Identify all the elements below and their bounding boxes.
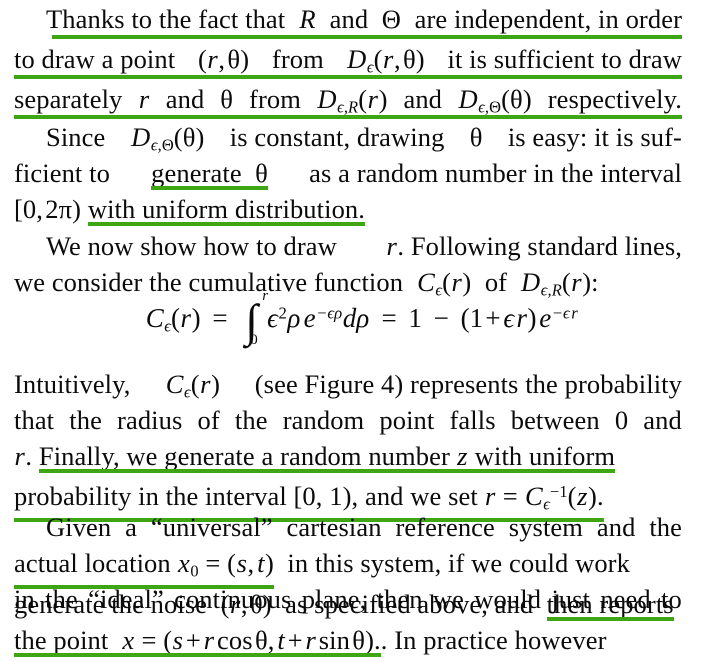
text-run: respectively. (547, 84, 682, 114)
integral-lower-limit: 0 (250, 332, 258, 348)
text-run: and (403, 84, 443, 114)
display-equation: Cϵ(r) = ∫ r 0 ϵ2ρ e−ϵρdρ = 1 − (1 + ϵ r) e… (0, 288, 723, 348)
math-D-eps-R: Dϵ,R(r) (317, 84, 388, 117)
text-run: separately (14, 84, 123, 114)
integral-upper-limit: r (262, 288, 269, 304)
integral-sign: ∫ r 0 (245, 288, 269, 348)
text-run: . (374, 625, 381, 655)
math-r: r (138, 84, 150, 114)
math-rhs: (1 + ϵ r) e−ϵ r (460, 303, 578, 333)
text-line: the point x = (s + r cos θ, t + r sin θ)… (0, 619, 723, 661)
math-C-eps-r: Cϵ(r) (145, 303, 201, 336)
math-r-theta-pair: (r, θ) (197, 44, 250, 74)
math-one: 1 (408, 303, 422, 333)
math-D-eps-Theta: Dϵ,Θ(θ) (458, 84, 532, 117)
math-minus: − (433, 303, 449, 333)
text-run: to draw a point (14, 44, 176, 74)
text-line: separately r and θ from Dϵ,R(r) and Dϵ,Θ… (0, 78, 723, 120)
math-point-x: x = (s + r cos θ, t + r sin θ) (122, 625, 375, 655)
text-run: the point (14, 625, 109, 655)
math-equals: = (212, 303, 228, 333)
math-Theta: Θ (381, 4, 402, 34)
text-run: generate (151, 158, 242, 188)
text-run: it is sufficient to draw (447, 44, 682, 74)
math-D-eps: Dϵ(r, θ) (347, 44, 425, 77)
text-line: to draw a point (r, θ) from Dϵ(r, θ) it … (0, 38, 723, 80)
document-page: Thanks to the fact that R and Θ are inde… (0, 0, 723, 657)
text-run: with uniform (468, 441, 616, 471)
text-line: [0, 2π) with uniform distribution. (0, 188, 723, 230)
text-run: from (271, 44, 324, 74)
math-integrand: ϵ2ρ e−ϵρdρ (267, 303, 370, 333)
highlighted-phrase-uniform-distribution: with uniform distribution. (87, 188, 366, 230)
math-z: z (457, 441, 468, 471)
text-run: Finally, we generate a random number (38, 441, 457, 471)
math-theta: θ (255, 158, 268, 188)
math-R: R (299, 4, 316, 34)
text-run: actual location (14, 548, 171, 578)
text-run: Thanks to the fact that (46, 4, 286, 34)
text-run: are independent, in order (414, 4, 682, 34)
text-run: and (165, 84, 205, 114)
text-line: Thanks to the fact that R and Θ are inde… (0, 0, 723, 40)
highlighted-phrase-the-point: the point x = (s + r cos θ, t + r sin θ)… (14, 619, 381, 661)
text-run: and (329, 4, 369, 34)
text-run: . In practice however (380, 625, 607, 655)
math-theta: θ (220, 84, 234, 114)
math-interval-0-2pi: [0, 2π) (14, 194, 82, 224)
text-run: from (249, 84, 301, 114)
math-x0-st: x0 = (s, t) (177, 548, 274, 581)
math-equals: = (381, 303, 397, 333)
